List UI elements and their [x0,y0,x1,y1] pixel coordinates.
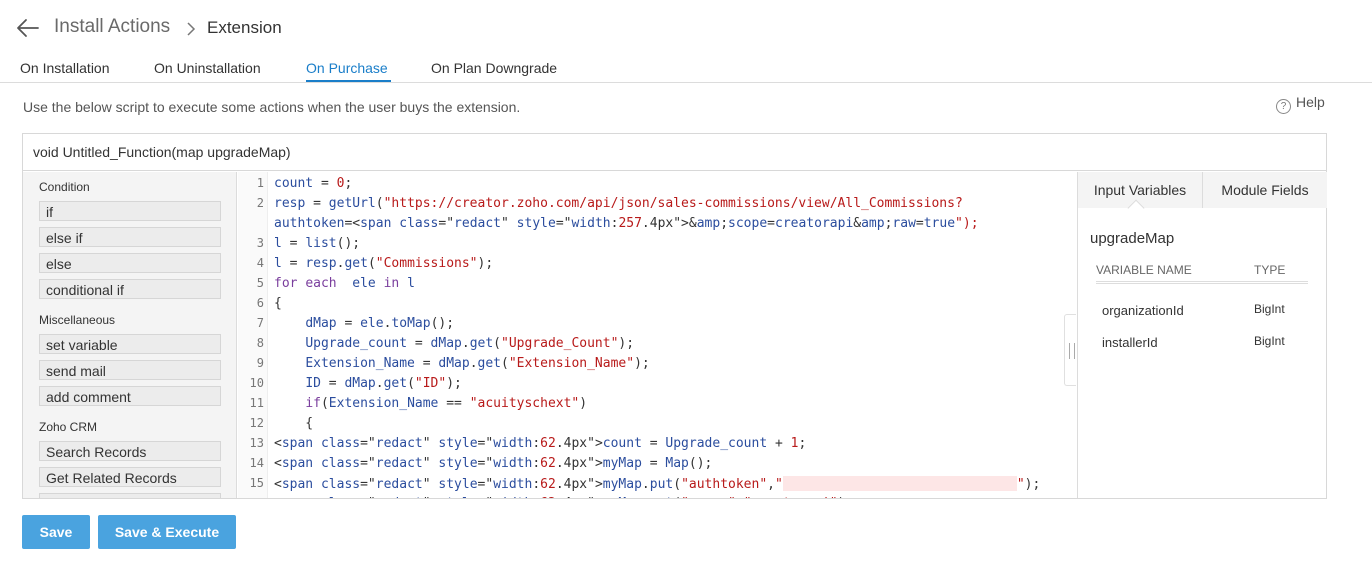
tab-on-uninstallation[interactable]: On Uninstallation [154,60,261,76]
code-text: Extension_Name = dMap.get("Extension_Nam… [305,356,650,371]
code-text: authtoken=<span class="redact" style="wi… [274,216,979,231]
line-number: 7 [256,316,264,330]
code-text: <span class="redact" style="width:62.4px… [274,436,807,451]
code-text: Upgrade_count = dMap.get("Upgrade_Count"… [305,336,635,351]
page-description: Use the below script to execute some act… [23,99,521,115]
line-number: 13 [249,436,264,450]
function-signature: void Untitled_Function(map upgradeMap) [23,134,1326,171]
code-text: <span class="redact" style="width:62.4px… [274,476,1041,492]
save-button[interactable]: Save [22,515,90,549]
panel-resize-handle[interactable] [1064,314,1076,386]
question-circle-icon: ? [1276,99,1291,114]
tab-on-plan-downgrade[interactable]: On Plan Downgrade [431,60,557,76]
input-map-name: upgradeMap [1090,230,1175,247]
line-number: 2 [256,196,264,210]
palette-item-conditional-if[interactable]: conditional if [39,279,221,299]
code-text: <span class="redact" style="width:62.4px… [274,456,713,471]
active-tab-indicator [306,80,391,82]
variable-type-cell: BigInt [1254,302,1285,316]
variable-name-cell[interactable]: organizationId [1102,303,1184,318]
variable-type-cell: BigInt [1254,334,1285,348]
palette-item-else-if[interactable]: else if [39,227,221,247]
column-header-type: TYPE [1254,263,1286,277]
code-text: count = 0; [274,176,353,191]
chevron-right-icon [187,22,196,36]
help-link[interactable]: ? Help [1276,94,1325,114]
header-divider [1096,281,1308,284]
line-number: 8 [256,336,264,350]
palette-item-if[interactable]: if [39,201,221,221]
code-text: l = resp.get("Commissions"); [274,256,494,271]
tab-module-fields[interactable]: Module Fields [1202,172,1327,208]
column-header-variable-name: VARIABLE NAME [1096,263,1192,277]
line-number: 4 [256,256,264,270]
breadcrumb-current: Extension [207,18,282,37]
page-header: Install Actions Extension [0,0,1372,56]
line-number: 11 [249,396,264,410]
back-arrow-icon[interactable] [16,17,40,39]
code-text: <span class="redact" style="width:62.4px… [274,496,853,498]
code-text: dMap = ele.toMap(); [305,316,455,331]
variables-panel-tabs: Input Variables Module Fields [1078,172,1327,208]
tab-on-installation[interactable]: On Installation [20,60,110,76]
palette-heading-zoho-crm: Zoho CRM [39,420,98,434]
code-text: if(Extension_Name == "acuityschext") [305,396,588,411]
line-number: 1 [256,176,264,190]
line-number: 9 [256,356,264,370]
code-editor[interactable]: 1 count = 0; 2 resp = getUrl("https://creat… [238,172,1076,498]
tab-on-purchase[interactable]: On Purchase [306,60,388,76]
line-number: 14 [249,456,264,470]
line-number: 6 [256,296,264,310]
script-editor: void Untitled_Function(map upgradeMap) C… [22,133,1327,499]
palette-item-add-comment[interactable]: add comment [39,386,221,406]
code-text: ID = dMap.get("ID"); [305,376,462,391]
line-number: 16 [238,496,264,498]
breadcrumb-parent[interactable]: Install Actions [54,16,170,38]
palette-item-get-related-records[interactable]: Get Related Records [39,467,221,487]
palette-item-partial[interactable] [39,493,221,498]
code-text: l = list(); [274,236,361,251]
palette-item-send-mail[interactable]: send mail [39,360,221,380]
line-number: 10 [249,376,264,390]
code-text: { [274,296,282,311]
code-text: { [274,416,314,431]
code-text: for each ele in l [274,276,415,291]
code-text: resp = getUrl("https://creator.zoho.com/… [274,196,963,211]
task-palette: Condition if else if else conditional if… [23,172,237,498]
variable-name-cell[interactable]: installerId [1102,335,1158,350]
variables-panel: Input Variables Module Fields upgradeMap… [1077,172,1327,498]
line-number: 12 [249,416,264,430]
line-number: 15 [249,476,264,490]
save-execute-button[interactable]: Save & Execute [98,515,236,549]
palette-item-search-records[interactable]: Search Records [39,441,221,461]
palette-heading-condition: Condition [39,180,90,194]
tab-bar: On Installation On Uninstallation On Pur… [0,56,1372,83]
help-label: Help [1296,94,1325,110]
palette-heading-miscellaneous: Miscellaneous [39,313,116,327]
line-number: 3 [256,236,264,250]
palette-item-else[interactable]: else [39,253,221,273]
palette-item-set-variable[interactable]: set variable [39,334,221,354]
line-number: 5 [256,276,264,290]
